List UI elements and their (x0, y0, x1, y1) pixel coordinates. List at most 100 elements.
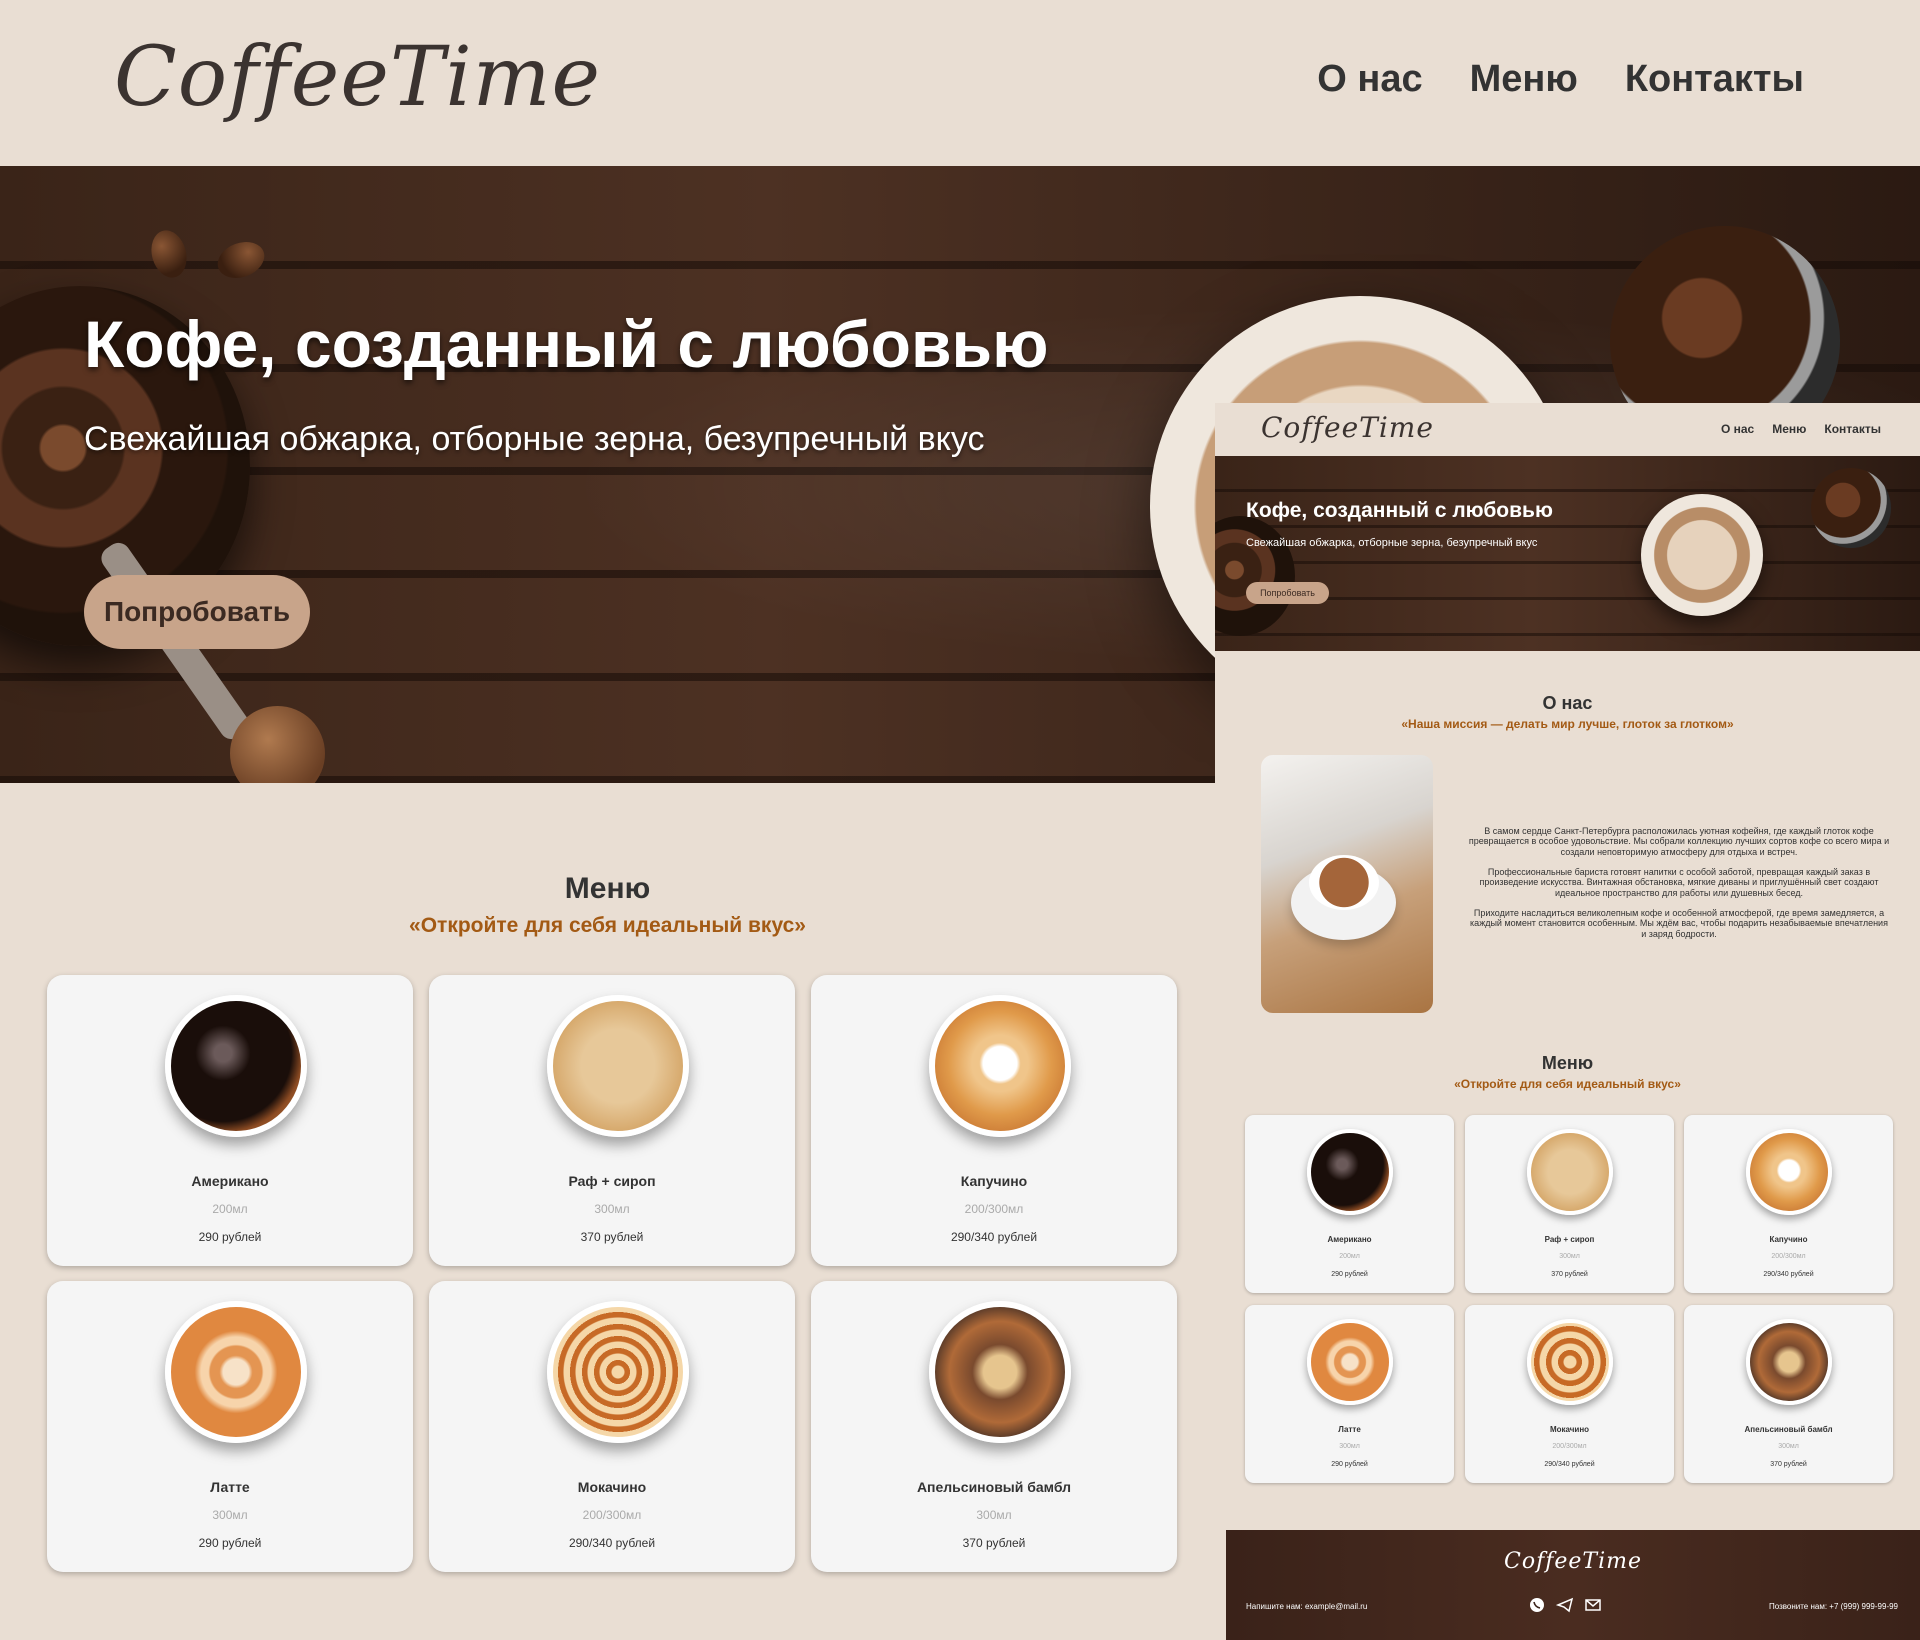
main-nav: О нас Меню Контакты (1317, 58, 1804, 101)
item-name: Капучино (1769, 1235, 1808, 1244)
coffee-bean-image (212, 235, 270, 285)
whatsapp-icon[interactable] (1528, 1596, 1546, 1614)
mini-grinder-image (1215, 516, 1295, 636)
menu-card[interactable]: Капучино 200/300мл 290/340 рублей (811, 975, 1177, 1266)
item-price: 370 рублей (962, 1536, 1026, 1550)
mini-nav-about[interactable]: О нас (1721, 422, 1754, 436)
item-name: Американо (1327, 1235, 1372, 1244)
menu-subtitle: «Откройте для себя идеальный вкус» (409, 914, 806, 937)
item-price: 290/340 рублей (1763, 1271, 1814, 1278)
menu-card[interactable]: Американо 200мл 290 рублей (47, 975, 413, 1266)
item-volume: 300мл (594, 1202, 630, 1216)
telegram-icon[interactable] (1555, 1596, 1574, 1614)
item-price: 290 рублей (198, 1230, 262, 1244)
orange-bumble-image (1745, 1319, 1832, 1405)
item-price: 370 рублей (580, 1230, 644, 1244)
about-photo (1261, 755, 1433, 1013)
item-name: Американо (191, 1173, 269, 1189)
item-name: Латте (1338, 1425, 1361, 1434)
footer-logo[interactable]: CoffeeTime (1226, 1549, 1920, 1574)
about-paragraph: В самом сердце Санкт-Петербурга располож… (1468, 826, 1890, 857)
item-name: Мокачино (577, 1479, 647, 1495)
mini-menu-card[interactable]: Американо 200мл 290 рублей (1245, 1115, 1454, 1293)
social-icons (1528, 1596, 1602, 1614)
about-subtitle: «Наша миссия — делать мир лучше, глоток … (1401, 717, 1734, 731)
item-volume: 200мл (1339, 1253, 1360, 1260)
item-price: 290/340 рублей (1544, 1461, 1595, 1468)
mini-try-button[interactable]: Попробовать (1246, 582, 1329, 604)
raf-image (547, 995, 689, 1137)
mini-logo[interactable]: CoffeeTime (1261, 411, 1434, 444)
about-text: В самом сердце Санкт-Петербурга располож… (1467, 826, 1891, 949)
coffee-bean-image (146, 226, 192, 282)
nav-about[interactable]: О нас (1317, 58, 1422, 101)
americano-image (165, 995, 307, 1137)
raf-image (1526, 1129, 1613, 1215)
item-volume: 200/300мл (1552, 1443, 1587, 1450)
about-paragraph: Приходите насладиться великолепным кофе … (1470, 908, 1888, 939)
cappuccino-image (929, 995, 1071, 1137)
mini-menu-title: Меню (1541, 1053, 1594, 1073)
mochaccino-image (1526, 1319, 1613, 1405)
mini-latte-cup-image (1641, 494, 1763, 616)
logo[interactable]: CoffeeTime (114, 30, 601, 125)
item-price: 290 рублей (198, 1536, 262, 1550)
mochaccino-image (547, 1301, 689, 1443)
item-volume: 300мл (1559, 1253, 1580, 1260)
latte-image (1306, 1319, 1393, 1405)
item-name: Раф + сироп (568, 1173, 656, 1189)
try-button[interactable]: Попробовать (84, 575, 310, 649)
mini-hero-title: Кофе, созданный с любовью (1246, 499, 1553, 522)
americano-image (1306, 1129, 1393, 1215)
item-volume: 200/300мл (964, 1202, 1024, 1216)
menu-card[interactable]: Апельсиновый бамбл 300мл 370 рублей (811, 1281, 1177, 1572)
mini-nav-menu[interactable]: Меню (1772, 422, 1806, 436)
about-title: О нас (1542, 693, 1593, 713)
item-volume: 200/300мл (1771, 1253, 1806, 1260)
item-name: Латте (210, 1479, 250, 1495)
item-price: 290 рублей (1331, 1461, 1368, 1468)
item-volume: 300мл (212, 1508, 248, 1522)
item-price: 370 рублей (1770, 1461, 1807, 1468)
menu-section: Меню «Откройте для себя идеальный вкус» … (0, 783, 1215, 1640)
nav-menu[interactable]: Меню (1470, 58, 1578, 101)
mini-menu-card[interactable]: Капучино 200/300мл 290/340 рублей (1684, 1115, 1893, 1293)
orange-bumble-image (929, 1301, 1071, 1443)
menu-card[interactable]: Мокачино 200/300мл 290/340 рублей (429, 1281, 795, 1572)
item-price: 370 рублей (1551, 1271, 1588, 1278)
mini-menu-card[interactable]: Раф + сироп 300мл 370 рублей (1465, 1115, 1674, 1293)
item-volume: 200/300мл (582, 1508, 642, 1522)
mini-menu-card[interactable]: Апельсиновый бамбл 300мл 370 рублей (1684, 1305, 1893, 1483)
item-name: Мокачино (1549, 1425, 1590, 1434)
mini-menu-card[interactable]: Мокачино 200/300мл 290/340 рублей (1465, 1305, 1674, 1483)
item-name: Раф + сироп (1544, 1235, 1595, 1244)
item-name: Апельсиновый бамбл (916, 1479, 1072, 1495)
mini-menu-card[interactable]: Латте 300мл 290 рублей (1245, 1305, 1454, 1483)
menu-card[interactable]: Раф + сироп 300мл 370 рублей (429, 975, 795, 1266)
hero-title: Кофе, созданный с любовью (84, 307, 1049, 381)
latte-image (165, 1301, 307, 1443)
footer-email[interactable]: Напишите нам: example@mail.ru (1246, 1602, 1367, 1611)
menu-title: Меню (564, 872, 651, 905)
item-volume: 300мл (1339, 1443, 1360, 1450)
item-volume: 300мл (1778, 1443, 1799, 1450)
item-price: 290/340 рублей (568, 1536, 656, 1550)
footer-phone[interactable]: Позвоните нам: +7 (999) 999-99-99 (1769, 1602, 1898, 1611)
mini-menu-subtitle: «Откройте для себя идеальный вкус» (1454, 1077, 1681, 1091)
mail-icon[interactable] (1584, 1596, 1602, 1614)
footer: CoffeeTime Напишите нам: example@mail.ru… (1226, 1530, 1920, 1640)
cup-image (1309, 855, 1379, 910)
mini-coffee-pot-image (1811, 468, 1891, 548)
about-paragraph: Профессиональные бариста готовят напитки… (1479, 867, 1879, 898)
mini-hero-subtitle: Свежайшая обжарка, отборные зерна, безуп… (1246, 537, 1538, 549)
menu-card[interactable]: Латте 300мл 290 рублей (47, 1281, 413, 1572)
item-name: Апельсиновый бамбл (1744, 1425, 1833, 1434)
item-volume: 200мл (212, 1202, 248, 1216)
header: CoffeeTime О нас Меню Контакты (0, 0, 1920, 166)
mini-page-preview: CoffeeTime О нас Меню Контакты Кофе, соз… (1215, 403, 1920, 1640)
mini-nav-contacts[interactable]: Контакты (1824, 422, 1881, 436)
mini-nav: О нас Меню Контакты (1721, 422, 1881, 436)
nav-contacts[interactable]: Контакты (1625, 58, 1804, 101)
cappuccino-image (1745, 1129, 1832, 1215)
mini-header: CoffeeTime О нас Меню Контакты (1215, 403, 1920, 456)
